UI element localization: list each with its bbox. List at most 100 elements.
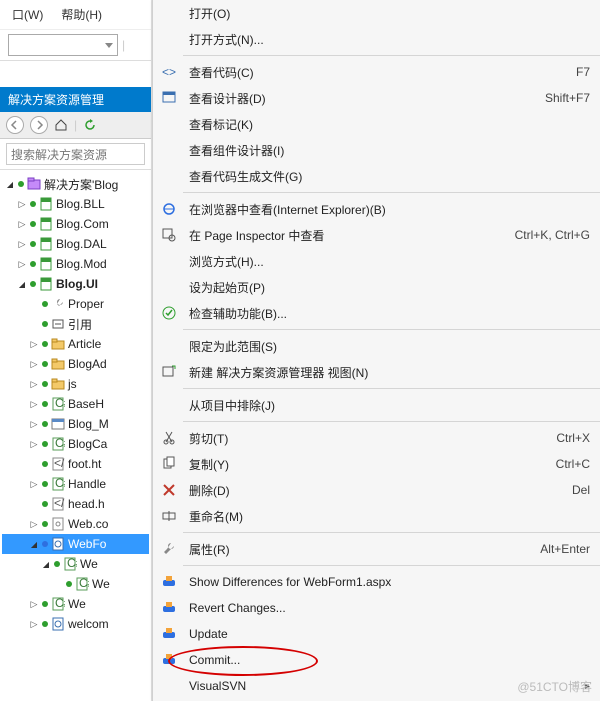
tree-row[interactable]: C# We (2, 574, 149, 594)
tree-row[interactable]: Blog.Com (2, 214, 149, 234)
expand-caret[interactable] (17, 219, 27, 230)
menu-item[interactable]: 剪切(T) Ctrl+X (153, 425, 600, 451)
tree-row[interactable]: C# We (2, 554, 149, 574)
tree-row[interactable]: C# BlogCa (2, 434, 149, 454)
menu-item[interactable]: 查看设计器(D) Shift+F7 (153, 85, 600, 111)
menu-help[interactable]: 帮助(H) (61, 6, 102, 23)
expand-caret[interactable] (29, 339, 39, 350)
menu-item[interactable]: Update (153, 621, 600, 647)
config-combo[interactable] (8, 34, 118, 56)
expand-caret[interactable] (29, 379, 39, 390)
tree-item-icon (39, 217, 53, 231)
tree-row[interactable]: Blog.Mod (2, 254, 149, 274)
tree-row[interactable]: </> foot.ht (2, 454, 149, 474)
menu-item-shortcut: Ctrl+K, Ctrl+G (515, 228, 590, 242)
expand-caret[interactable] (17, 199, 27, 210)
menu-item[interactable]: 重命名(M) (153, 503, 600, 529)
expand-caret[interactable] (29, 439, 39, 450)
tree-row[interactable]: Blog.BLL (2, 194, 149, 214)
tree-item-label: We (68, 597, 86, 611)
status-dot-icon (42, 481, 48, 487)
expand-caret[interactable] (29, 399, 39, 410)
expand-caret[interactable] (29, 540, 39, 549)
menu-item[interactable]: 在浏览器中查看(Internet Explorer)(B) (153, 196, 600, 222)
tree-row[interactable]: Blog_M (2, 414, 149, 434)
search-input[interactable]: 搜索解决方案资源 (6, 143, 145, 165)
tree-row[interactable]: C# BaseH (2, 394, 149, 414)
tree-item-label: foot.ht (68, 457, 101, 471)
refresh-icon[interactable] (83, 118, 97, 132)
menu-item-shortcut: F7 (576, 65, 590, 79)
tree-row[interactable]: Web.co (2, 514, 149, 534)
menu-item-shortcut: Shift+F7 (545, 91, 590, 105)
expand-caret[interactable] (17, 280, 27, 289)
tree-row[interactable]: Article (2, 334, 149, 354)
menu-item[interactable]: 查看组件设计器(I) (153, 137, 600, 163)
menu-item-label: 打开方式(N)... (189, 31, 590, 48)
menu-window[interactable]: 口(W) (12, 6, 43, 23)
tree-row[interactable]: js (2, 374, 149, 394)
tree-row[interactable]: Blog.DAL (2, 234, 149, 254)
menu-item[interactable]: 检查辅助功能(B)... (153, 300, 600, 326)
expand-caret[interactable] (29, 619, 39, 630)
tree-item-label: 解决方案'Blog (44, 176, 118, 193)
menu-item[interactable]: 查看代码生成文件(G) (153, 163, 600, 189)
expand-caret[interactable] (29, 479, 39, 490)
solution-tree[interactable]: 解决方案'Blog Blog.BLL Blog.Com Blog.DAL Blo… (0, 170, 151, 638)
tree-row[interactable]: welcom (2, 614, 149, 634)
menu-item[interactable]: <> 查看代码(C) F7 (153, 59, 600, 85)
home-icon[interactable] (54, 118, 68, 132)
search-placeholder: 搜索解决方案资源 (11, 146, 107, 163)
tree-row[interactable]: Blog.UI (2, 274, 149, 294)
menu-item[interactable]: 浏览方式(H)... (153, 248, 600, 274)
expand-caret[interactable] (5, 180, 15, 189)
menu-item[interactable]: 删除(D) Del (153, 477, 600, 503)
tree-row[interactable]: 引用 (2, 314, 149, 334)
tree-row[interactable]: </> head.h (2, 494, 149, 514)
nav-back-button[interactable] (6, 116, 24, 134)
expand-caret[interactable] (17, 239, 27, 250)
context-menu[interactable]: 打开(O) 打开方式(N)... <> 查看代码(C) F7 查看设计器(D) … (152, 0, 600, 701)
menu-item[interactable]: Show Differences for WebForm1.aspx (153, 569, 600, 595)
menu-item[interactable]: 打开(O) (153, 0, 600, 26)
status-dot-icon (42, 601, 48, 607)
tree-row[interactable]: Proper (2, 294, 149, 314)
tree-row[interactable]: 解决方案'Blog (2, 174, 149, 194)
menu-item[interactable]: 从项目中排除(J) (153, 392, 600, 418)
menu-item[interactable]: 设为起始页(P) (153, 274, 600, 300)
menu-item[interactable]: Revert Changes... (153, 595, 600, 621)
expand-caret[interactable] (17, 259, 27, 270)
expand-caret[interactable] (29, 519, 39, 530)
status-dot-icon (42, 421, 48, 427)
expand-caret[interactable] (29, 599, 39, 610)
menu-item-label: 浏览方式(H)... (189, 253, 590, 270)
expand-caret[interactable] (41, 560, 51, 569)
menu-item[interactable]: 复制(Y) Ctrl+C (153, 451, 600, 477)
expand-caret[interactable] (29, 419, 39, 430)
menu-separator (183, 192, 600, 193)
tree-item-label: Handle (68, 477, 106, 491)
tree-row[interactable]: WebFo (2, 534, 149, 554)
menu-item[interactable]: 打开方式(N)... (153, 26, 600, 52)
menu-item[interactable]: VisualSVN (153, 673, 600, 699)
menu-item[interactable]: Commit... (153, 647, 600, 673)
menu-item-icon (159, 454, 179, 474)
tree-row[interactable]: BlogAd (2, 354, 149, 374)
menu-item[interactable]: 查看标记(K) (153, 111, 600, 137)
menu-item-icon (159, 336, 179, 356)
tree-row[interactable]: C# Handle (2, 474, 149, 494)
nav-fwd-button[interactable] (30, 116, 48, 134)
tree-item-label: WebFo (68, 537, 106, 551)
menu-item-label: 限定为此范围(S) (189, 338, 590, 355)
menu-item[interactable]: 在 Page Inspector 中查看 Ctrl+K, Ctrl+G (153, 222, 600, 248)
menu-item[interactable]: 属性(R) Alt+Enter (153, 536, 600, 562)
menu-item[interactable]: 限定为此范围(S) (153, 333, 600, 359)
tree-item-icon: C# (75, 577, 89, 591)
menu-item-label: 从项目中排除(J) (189, 397, 590, 414)
tree-row[interactable]: C# We (2, 594, 149, 614)
menu-item-label: 在浏览器中查看(Internet Explorer)(B) (189, 201, 590, 218)
menu-item[interactable]: 新建 解决方案资源管理器 视图(N) (153, 359, 600, 385)
tree-item-icon: C# (51, 477, 65, 491)
tree-item-label: We (80, 557, 98, 571)
expand-caret[interactable] (29, 359, 39, 370)
